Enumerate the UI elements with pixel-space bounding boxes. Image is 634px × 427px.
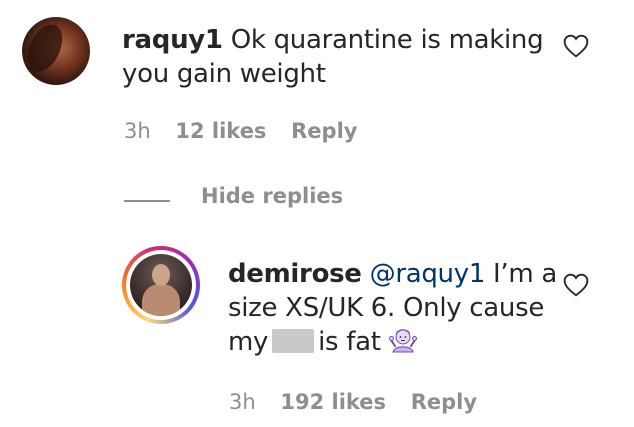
reply-line-1: demirose @raquy1 I’m a bbox=[228, 257, 557, 291]
reply-username[interactable]: demirose bbox=[228, 259, 362, 289]
person-shrugging-emoji-icon bbox=[388, 329, 417, 353]
reply-line-3: my is fat bbox=[228, 325, 557, 359]
comment-line-1: raquy1 Ok quarantine is making bbox=[122, 23, 544, 57]
reply-text: size XS/UK 6. Only cause bbox=[228, 293, 545, 323]
comment-body: raquy1 Ok quarantine is making you gain … bbox=[122, 23, 544, 91]
comment-text: Ok quarantine is making bbox=[230, 25, 544, 55]
hide-replies-label[interactable]: Hide replies bbox=[201, 184, 343, 208]
avatar-demirose[interactable] bbox=[122, 246, 200, 324]
reply-button[interactable]: Reply bbox=[291, 119, 357, 143]
comment-timestamp[interactable]: 3h bbox=[124, 119, 151, 143]
likes-count[interactable]: 12 likes bbox=[175, 119, 266, 143]
reply-timestamp[interactable]: 3h bbox=[229, 390, 256, 414]
likes-count[interactable]: 192 likes bbox=[280, 390, 386, 414]
comment-meta: 3h 12 likes Reply bbox=[124, 119, 357, 143]
comment-username[interactable]: raquy1 bbox=[122, 25, 223, 55]
heart-icon[interactable] bbox=[563, 273, 589, 297]
comment-text: you gain weight bbox=[122, 59, 326, 89]
avatar-raquy1[interactable] bbox=[22, 17, 90, 85]
mention-link[interactable]: @raquy1 bbox=[370, 259, 486, 289]
reply-meta: 3h 192 likes Reply bbox=[229, 390, 477, 414]
reply-text: I’m a bbox=[493, 259, 557, 289]
reply-body: demirose @raquy1 I’m a size XS/UK 6. Onl… bbox=[228, 257, 557, 359]
censored-word bbox=[272, 329, 315, 353]
heart-icon[interactable] bbox=[563, 34, 589, 58]
hide-replies-button[interactable]: Hide replies bbox=[201, 184, 343, 208]
reply-button[interactable]: Reply bbox=[411, 390, 477, 414]
replies-divider bbox=[124, 200, 170, 202]
